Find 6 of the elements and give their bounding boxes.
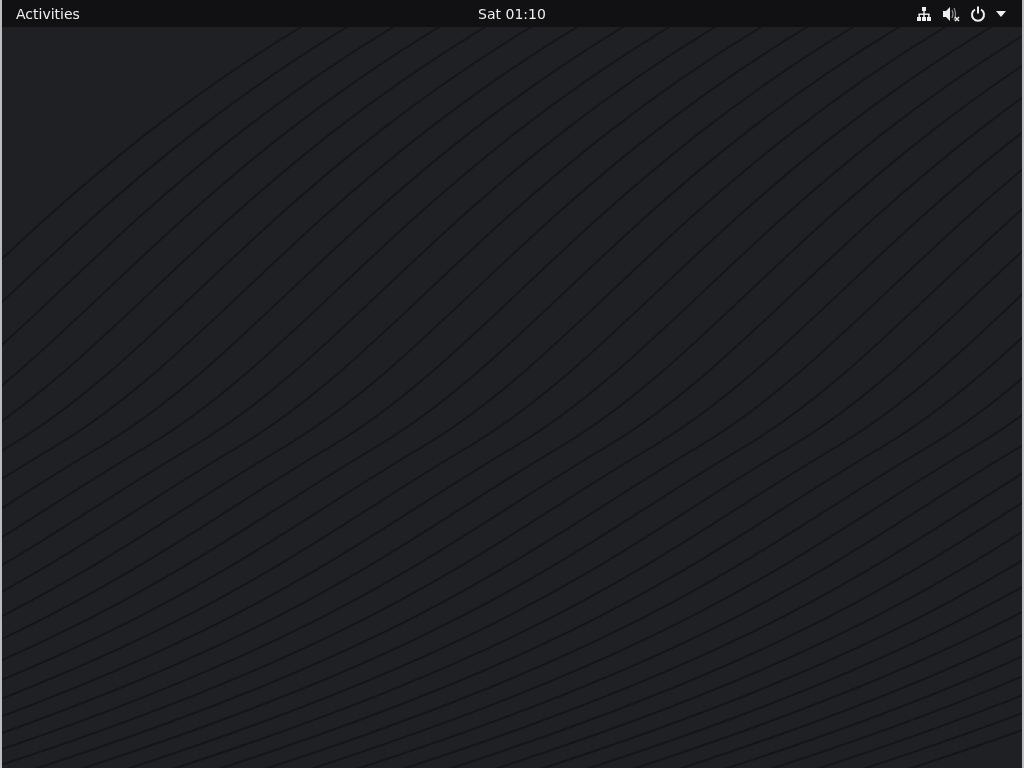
clock[interactable]: Sat 01:10: [472, 2, 552, 25]
dropdown-caret-icon: [996, 10, 1006, 17]
network-icon: [916, 5, 932, 22]
activities-button[interactable]: Activities: [10, 2, 86, 25]
volume-muted-icon: [942, 5, 960, 22]
power-icon: [970, 5, 986, 22]
